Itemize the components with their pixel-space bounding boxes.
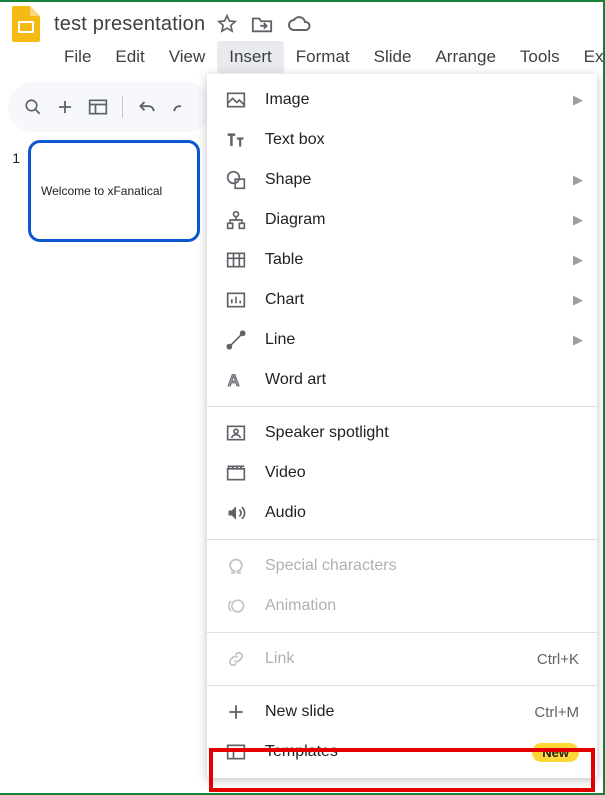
menu-item-label: Templates xyxy=(265,743,338,761)
menu-item-label: Table xyxy=(265,251,303,269)
svg-text:A: A xyxy=(228,371,240,390)
menu-item-label: Shape xyxy=(265,171,311,189)
menu-edit[interactable]: Edit xyxy=(103,41,156,73)
menu-item-templates[interactable]: Templates New xyxy=(207,732,597,772)
cloud-status-icon[interactable] xyxy=(287,15,311,33)
menu-item-label: Link xyxy=(265,650,294,668)
templates-toolbar-icon[interactable] xyxy=(88,98,108,116)
plus-icon xyxy=(225,703,247,721)
menu-divider xyxy=(207,685,597,686)
toolbar-separator xyxy=(122,96,123,118)
slide-panel: 1 Welcome to xFanatical xyxy=(0,140,218,242)
menu-item-link: Link Ctrl+K xyxy=(207,639,597,679)
video-icon xyxy=(225,464,247,482)
table-icon xyxy=(225,251,247,269)
image-icon xyxy=(225,91,247,109)
menu-item-label: Audio xyxy=(265,504,306,522)
menu-divider xyxy=(207,632,597,633)
line-icon xyxy=(225,330,247,350)
menu-item-image[interactable]: Image ▶ xyxy=(207,80,597,120)
menu-insert[interactable]: Insert xyxy=(217,41,284,73)
folder-move-icon[interactable] xyxy=(251,14,273,34)
menu-item-label: Animation xyxy=(265,597,336,615)
menu-shortcut: Ctrl+K xyxy=(537,651,579,668)
menu-arrange[interactable]: Arrange xyxy=(423,41,507,73)
menu-item-label: Diagram xyxy=(265,211,325,229)
menu-item-wordart[interactable]: A Word art xyxy=(207,360,597,400)
menu-item-speaker-spotlight[interactable]: Speaker spotlight xyxy=(207,413,597,453)
templates-icon xyxy=(225,743,247,761)
menu-item-table[interactable]: Table ▶ xyxy=(207,240,597,280)
menu-file[interactable]: File xyxy=(52,41,103,73)
chevron-right-icon: ▶ xyxy=(573,212,583,228)
menu-item-label: New slide xyxy=(265,703,334,721)
omega-icon xyxy=(225,556,247,576)
chevron-right-icon: ▶ xyxy=(573,92,583,108)
shape-icon xyxy=(225,170,247,190)
audio-icon xyxy=(225,503,247,523)
menu-item-textbox[interactable]: Text box xyxy=(207,120,597,160)
undo-button[interactable] xyxy=(137,98,157,116)
menu-item-audio[interactable]: Audio xyxy=(207,493,597,533)
chevron-right-icon: ▶ xyxy=(573,332,583,348)
star-icon[interactable] xyxy=(217,14,237,34)
menu-item-animation: Animation xyxy=(207,586,597,626)
new-badge: New xyxy=(532,743,579,762)
menu-item-label: Chart xyxy=(265,291,304,309)
chevron-right-icon: ▶ xyxy=(573,252,583,268)
insert-dropdown: Image ▶ Text box Shape ▶ xyxy=(207,74,597,778)
new-slide-button[interactable] xyxy=(56,98,74,116)
slide-thumbnail-text: Welcome to xFanatical xyxy=(41,184,162,198)
menu-shortcut: Ctrl+M xyxy=(534,704,579,721)
menu-item-label: Word art xyxy=(265,371,326,389)
menu-item-diagram[interactable]: Diagram ▶ xyxy=(207,200,597,240)
menu-extensions[interactable]: Exte xyxy=(572,41,605,73)
chevron-right-icon: ▶ xyxy=(573,292,583,308)
wordart-icon: A xyxy=(225,370,247,390)
slide-number: 1 xyxy=(8,140,20,242)
menubar: File Edit View Insert Format Slide Arran… xyxy=(10,40,593,74)
link-icon xyxy=(225,649,247,669)
menu-divider xyxy=(207,406,597,407)
slide-thumbnail[interactable]: Welcome to xFanatical xyxy=(28,140,200,242)
document-title[interactable]: test presentation xyxy=(54,13,205,36)
menu-view[interactable]: View xyxy=(157,41,218,73)
menu-tools[interactable]: Tools xyxy=(508,41,572,73)
textbox-icon xyxy=(225,131,247,149)
menu-item-shape[interactable]: Shape ▶ xyxy=(207,160,597,200)
menu-item-label: Text box xyxy=(265,131,325,149)
diagram-icon xyxy=(225,210,247,230)
menu-divider xyxy=(207,539,597,540)
menu-item-new-slide[interactable]: New slide Ctrl+M xyxy=(207,692,597,732)
menu-format[interactable]: Format xyxy=(284,41,362,73)
redo-button[interactable] xyxy=(171,98,181,116)
menu-item-label: Speaker spotlight xyxy=(265,424,389,442)
speaker-spotlight-icon xyxy=(225,424,247,442)
menu-item-video[interactable]: Video xyxy=(207,453,597,493)
menu-slide[interactable]: Slide xyxy=(362,41,424,73)
animation-icon xyxy=(225,596,247,616)
menu-item-label: Video xyxy=(265,464,306,482)
menu-item-special-characters: Special characters xyxy=(207,546,597,586)
chart-icon xyxy=(225,291,247,309)
search-icon[interactable] xyxy=(24,98,42,116)
slides-logo[interactable] xyxy=(10,8,42,40)
toolbar xyxy=(8,82,212,132)
menu-item-line[interactable]: Line ▶ xyxy=(207,320,597,360)
chevron-right-icon: ▶ xyxy=(573,172,583,188)
menu-item-chart[interactable]: Chart ▶ xyxy=(207,280,597,320)
menu-item-label: Image xyxy=(265,91,309,109)
menu-item-label: Line xyxy=(265,331,295,349)
menu-item-label: Special characters xyxy=(265,557,397,575)
